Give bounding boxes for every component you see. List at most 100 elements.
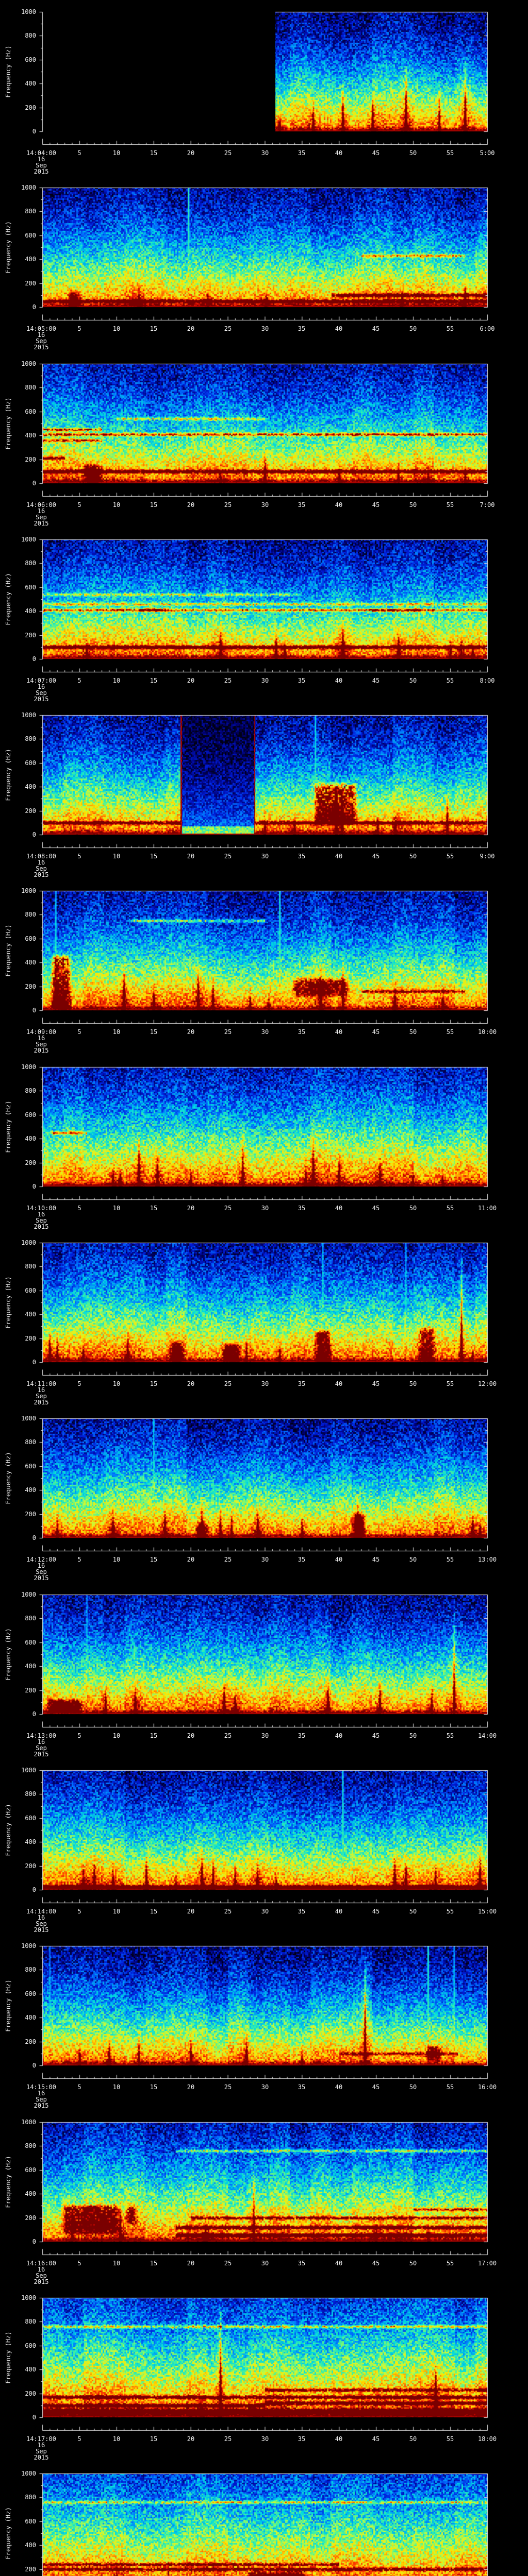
- x-tick-label: 20: [179, 150, 202, 156]
- x-axis-date-label: 16Sep2015: [26, 156, 57, 175]
- y-tick-label: 0: [14, 1535, 36, 1541]
- spectrogram-panel: Frequency (Hz) 14:04:00 5:00 16Sep2015 1…: [0, 0, 528, 176]
- x-tick-label: 25: [217, 2084, 239, 2090]
- y-tick-label: 0: [14, 2414, 36, 2420]
- date-line: 2015: [26, 168, 57, 175]
- y-tick-label: 0: [14, 2239, 36, 2245]
- y-tick-label: 400: [14, 2542, 36, 2548]
- x-tick-label: 35: [290, 677, 313, 684]
- x-tick-label: 30: [254, 2436, 276, 2442]
- x-tick-label: 15: [142, 1381, 165, 1387]
- x-axis-date-label: 16Sep2015: [26, 1739, 57, 1757]
- x-tick-label: 15: [142, 2084, 165, 2090]
- x-tick-label: 25: [217, 1908, 239, 1914]
- spectrogram-panel: Frequency (Hz) 14:06:00 7:00 16Sep2015 1…: [0, 352, 528, 528]
- y-tick-label: 400: [14, 1663, 36, 1669]
- y-tick-label: 0: [14, 1359, 36, 1365]
- x-tick-label: 20: [179, 1556, 202, 1563]
- x-tick-label: 10: [105, 2260, 128, 2266]
- y-tick-label: 0: [14, 2062, 36, 2069]
- x-axis-end-time-label: 14:00: [466, 1733, 509, 1739]
- x-tick-label: 50: [402, 853, 424, 859]
- y-tick-label: 800: [14, 208, 36, 214]
- x-tick-label: 35: [290, 326, 313, 332]
- x-tick-label: 5: [68, 1556, 91, 1563]
- x-tick-label: 5: [68, 2436, 91, 2442]
- y-tick-label: 200: [14, 1863, 36, 1869]
- y-tick-label: 600: [14, 57, 36, 63]
- x-tick-label: 10: [105, 1381, 128, 1387]
- x-tick-label: 25: [217, 853, 239, 859]
- x-tick-label: 5: [68, 1908, 91, 1914]
- date-line: 2015: [26, 1575, 57, 1581]
- x-tick-label: 45: [365, 853, 387, 859]
- x-axis-date-label: 16Sep2015: [26, 508, 57, 527]
- y-tick-label: 200: [14, 1687, 36, 1693]
- y-tick-label: 1000: [14, 888, 36, 894]
- x-tick-label: 10: [105, 1205, 128, 1211]
- y-tick-label: 600: [14, 584, 36, 590]
- date-line: 2015: [26, 520, 57, 527]
- x-tick-label: 25: [217, 150, 239, 156]
- x-tick-label: 45: [365, 1733, 387, 1739]
- x-tick-label: 55: [439, 502, 461, 508]
- x-tick-label: 5: [68, 1381, 91, 1387]
- x-tick-label: 50: [402, 1381, 424, 1387]
- x-tick-label: 35: [290, 2260, 313, 2266]
- x-tick-label: 45: [365, 2084, 387, 2090]
- x-tick-label: 45: [365, 677, 387, 684]
- x-tick-label: 30: [254, 1908, 276, 1914]
- x-axis-end-time-label: 18:00: [466, 2436, 509, 2442]
- date-line: 2015: [26, 2103, 57, 2109]
- x-tick-label: 35: [290, 1381, 313, 1387]
- x-axis-end-time-label: 16:00: [466, 2084, 509, 2090]
- x-tick-label: 30: [254, 2084, 276, 2090]
- date-line: 2015: [26, 1224, 57, 1230]
- spectrogram-plot-canvas: [0, 2462, 528, 2576]
- x-tick-label: 30: [254, 1029, 276, 1035]
- x-tick-label: 55: [439, 1908, 461, 1914]
- x-tick-label: 25: [217, 1381, 239, 1387]
- x-tick-label: 15: [142, 1556, 165, 1563]
- y-axis-title: Frequency (Hz): [5, 891, 12, 1010]
- x-tick-label: 15: [142, 1908, 165, 1914]
- y-tick-label: 600: [14, 1815, 36, 1821]
- y-tick-label: 600: [14, 2167, 36, 2173]
- y-tick-label: 600: [14, 1112, 36, 1118]
- y-tick-label: 400: [14, 2014, 36, 2021]
- date-line: 2015: [26, 1927, 57, 1933]
- spectrogram-panel: Frequency (Hz) 14:13:00 14:00 16Sep2015 …: [0, 1583, 528, 1759]
- x-tick-label: 35: [290, 1733, 313, 1739]
- x-tick-label: 15: [142, 1205, 165, 1211]
- y-tick-label: 800: [14, 911, 36, 918]
- y-tick-label: 1000: [14, 361, 36, 367]
- y-tick-label: 0: [14, 832, 36, 838]
- x-tick-label: 10: [105, 2436, 128, 2442]
- x-tick-label: 50: [402, 1908, 424, 1914]
- y-tick-label: 400: [14, 1311, 36, 1317]
- y-tick-label: 800: [14, 1263, 36, 1269]
- x-tick-label: 20: [179, 853, 202, 859]
- y-tick-label: 400: [14, 784, 36, 790]
- y-tick-label: 0: [14, 304, 36, 310]
- x-tick-label: 50: [402, 1205, 424, 1211]
- x-tick-label: 10: [105, 1733, 128, 1739]
- y-tick-label: 800: [14, 1439, 36, 1445]
- y-tick-label: 200: [14, 280, 36, 286]
- x-tick-label: 55: [439, 150, 461, 156]
- y-axis-title: Frequency (Hz): [5, 1067, 12, 1187]
- spectrogram-panel: Frequency (Hz) 14:10:00 11:00 16Sep2015 …: [0, 1055, 528, 1231]
- y-axis-title: Frequency (Hz): [5, 1595, 12, 1714]
- x-tick-label: 45: [365, 1381, 387, 1387]
- date-line: 2015: [26, 1047, 57, 1054]
- x-tick-label: 50: [402, 2436, 424, 2442]
- x-tick-label: 55: [439, 853, 461, 859]
- y-tick-label: 800: [14, 1967, 36, 1973]
- y-tick-label: 200: [14, 808, 36, 814]
- y-tick-label: 200: [14, 1160, 36, 1166]
- x-axis-date-label: 16Sep2015: [26, 859, 57, 878]
- y-tick-label: 600: [14, 1639, 36, 1646]
- x-tick-label: 10: [105, 853, 128, 859]
- x-tick-label: 50: [402, 2260, 424, 2266]
- y-tick-label: 400: [14, 80, 36, 87]
